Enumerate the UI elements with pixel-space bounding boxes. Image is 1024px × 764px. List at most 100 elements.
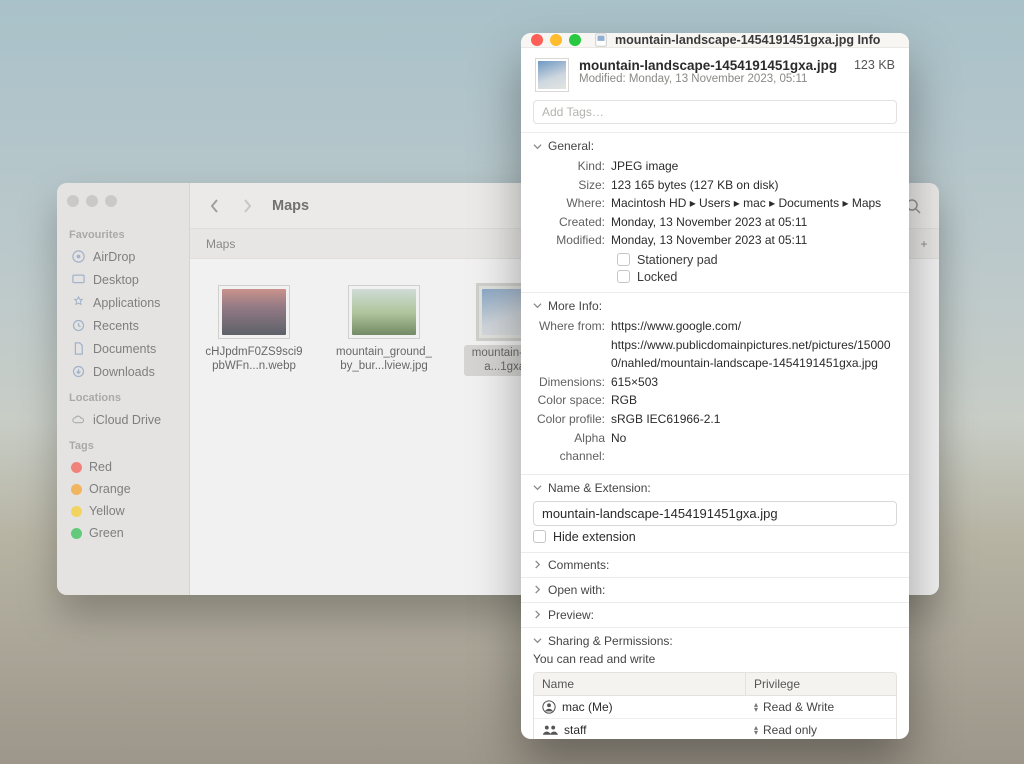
minimize-dot[interactable] [86, 195, 98, 207]
locked-checkbox[interactable]: Locked [617, 270, 897, 284]
value-colorspace: RGB [611, 391, 897, 410]
checkbox-label: Stationery pad [637, 253, 718, 267]
chevron-right-icon [533, 585, 543, 594]
finder-sidebar: Favourites AirDrop Desktop Applications … [57, 183, 190, 595]
updown-icon: ▴▾ [754, 702, 758, 712]
info-size-short: 123 KB [854, 58, 895, 72]
col-name: Name [534, 673, 746, 695]
tags-input[interactable]: Add Tags… [533, 100, 897, 124]
section-header-moreinfo[interactable]: More Info: [533, 299, 897, 313]
value-where: Macintosh HD ▸ Users ▸ mac ▸ Documents ▸… [611, 194, 897, 213]
value-alpha: No [611, 429, 897, 466]
updown-icon: ▴▾ [754, 725, 758, 735]
checkbox-icon [617, 253, 630, 266]
nav-back-button[interactable] [204, 195, 226, 217]
close-dot[interactable] [67, 195, 79, 207]
section-title: Preview: [548, 608, 594, 622]
label-alpha: Alpha channel: [533, 429, 611, 466]
sidebar-item-desktop[interactable]: Desktop [65, 269, 183, 290]
minimize-button[interactable] [550, 34, 562, 46]
sidebar-label: Documents [93, 342, 156, 356]
section-header-preview[interactable]: Preview: [533, 608, 897, 622]
perm-name: mac (Me) [562, 700, 613, 714]
sidebar-item-applications[interactable]: Applications [65, 292, 183, 313]
sidebar-head-favourites: Favourites [69, 229, 183, 241]
file-item[interactable]: cHJpdmF0ZS9sci9pbWFn...n.webp [204, 285, 304, 374]
perm-name: staff [564, 723, 586, 737]
sidebar-tag-green[interactable]: Green [65, 523, 183, 543]
zoom-dot[interactable] [105, 195, 117, 207]
checkbox-icon [617, 270, 630, 283]
section-title: Sharing & Permissions: [548, 634, 673, 648]
new-tab-button[interactable]: + [909, 237, 939, 251]
file-jpeg-icon [594, 33, 608, 47]
label-colorspace: Color space: [533, 391, 611, 410]
sidebar-tag-red[interactable]: Red [65, 457, 183, 477]
label-modified: Modified: [533, 231, 611, 250]
chevron-down-icon [533, 636, 543, 645]
sidebar-label: Recents [93, 319, 139, 333]
label-size: Size: [533, 176, 611, 195]
chevron-right-icon [533, 610, 543, 619]
sidebar-item-airdrop[interactable]: AirDrop [65, 246, 183, 267]
file-thumb [218, 285, 290, 339]
value-modified: Monday, 13 November 2023 at 05:11 [611, 231, 897, 250]
stationery-checkbox[interactable]: Stationery pad [617, 253, 897, 267]
nav-forward-button[interactable] [236, 195, 258, 217]
section-header-openwith[interactable]: Open with: [533, 583, 897, 597]
perm-summary: You can read and write [533, 652, 897, 666]
sidebar-item-downloads[interactable]: Downloads [65, 361, 183, 382]
tag-dot-yellow [71, 506, 82, 517]
filename-input[interactable]: mountain-landscape-1454191451gxa.jpg [533, 501, 897, 526]
section-header-general[interactable]: General: [533, 139, 897, 153]
section-preview: Preview: [521, 602, 909, 627]
sidebar-tag-yellow[interactable]: Yellow [65, 501, 183, 521]
section-sharing: Sharing & Permissions: You can read and … [521, 627, 909, 739]
label-colorprofile: Color profile: [533, 410, 611, 429]
filename-value: mountain-landscape-1454191451gxa.jpg [542, 506, 778, 521]
sidebar-tag-orange[interactable]: Orange [65, 479, 183, 499]
info-titlebar: mountain-landscape-1454191451gxa.jpg Inf… [521, 33, 909, 48]
hide-extension-checkbox[interactable]: Hide extension [533, 530, 897, 544]
tag-dot-green [71, 528, 82, 539]
section-header-sharing[interactable]: Sharing & Permissions: [533, 634, 897, 648]
sidebar-label: Desktop [93, 273, 139, 287]
section-comments: Comments: [521, 552, 909, 577]
perm-priv[interactable]: Read & Write [763, 700, 834, 714]
permission-row[interactable]: mac (Me) ▴▾ Read & Write [534, 696, 896, 719]
tag-dot-orange [71, 484, 82, 495]
chevron-down-icon [533, 301, 543, 310]
tags-placeholder: Add Tags… [542, 105, 604, 119]
cloud-icon [71, 412, 86, 427]
zoom-button[interactable] [569, 34, 581, 46]
finder-tab[interactable]: Maps [190, 229, 251, 258]
finder-title: Maps [272, 198, 309, 214]
sidebar-item-icloud[interactable]: iCloud Drive [65, 409, 183, 430]
info-filename: mountain-landscape-1454191451gxa.jpg [579, 58, 844, 73]
section-header-comments[interactable]: Comments: [533, 558, 897, 572]
section-nameext: Name & Extension: mountain-landscape-145… [521, 474, 909, 552]
sidebar-item-recents[interactable]: Recents [65, 315, 183, 336]
section-general: General: Kind:JPEG image Size:123 165 by… [521, 132, 909, 292]
sidebar-item-documents[interactable]: Documents [65, 338, 183, 359]
file-item[interactable]: mountain_ground_by_bur...lview.jpg [334, 285, 434, 374]
chevron-down-icon [533, 142, 543, 151]
sidebar-label: Downloads [93, 365, 155, 379]
applications-icon [71, 295, 86, 310]
chevron-right-icon [533, 560, 543, 569]
downloads-icon [71, 364, 86, 379]
section-header-nameext[interactable]: Name & Extension: [533, 481, 897, 495]
value-dimensions: 615×503 [611, 373, 897, 392]
section-title: Comments: [548, 558, 609, 572]
checkbox-label: Locked [637, 270, 677, 284]
file-name: cHJpdmF0ZS9sci9pbWFn...n.webp [204, 345, 304, 374]
permission-row[interactable]: staff ▴▾ Read only [534, 719, 896, 739]
label-dimensions: Dimensions: [533, 373, 611, 392]
value-size: 123 165 bytes (127 KB on disk) [611, 176, 897, 195]
section-title: More Info: [548, 299, 602, 313]
sidebar-label: Red [89, 460, 112, 474]
close-button[interactable] [531, 34, 543, 46]
info-thumbnail [535, 58, 569, 92]
file-thumb [348, 285, 420, 339]
perm-priv[interactable]: Read only [763, 723, 817, 737]
